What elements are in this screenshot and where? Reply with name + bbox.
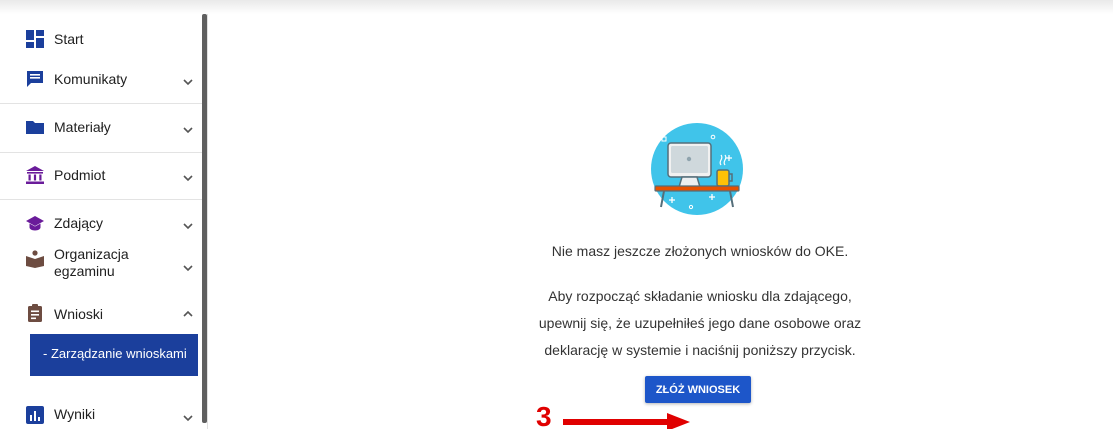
bar-chart-icon xyxy=(26,406,44,424)
sidebar-item-podmiot[interactable]: Podmiot xyxy=(0,156,202,196)
message-icon xyxy=(27,71,43,87)
chevron-down-icon[interactable] xyxy=(182,124,194,136)
empty-state-illustration xyxy=(651,123,743,215)
sidebar-item-organizacja-egzaminu[interactable]: Organizacja egzaminu xyxy=(0,244,202,294)
chevron-down-icon[interactable] xyxy=(182,262,194,274)
sidebar-item-label: Materiały xyxy=(54,119,111,135)
sidebar-item-komunikaty[interactable]: Komunikaty xyxy=(0,60,202,100)
description-line: deklarację w systemie i naciśnij poniższ… xyxy=(544,342,856,358)
chevron-down-icon[interactable] xyxy=(182,76,194,88)
sidebar-item-label: Podmiot xyxy=(54,167,106,183)
chevron-down-icon[interactable] xyxy=(182,220,194,232)
sidebar-item-wyniki[interactable]: Wyniki xyxy=(0,400,202,429)
institution-icon xyxy=(26,166,44,184)
description-line: upewnij się, że uzupełniłeś jego dane os… xyxy=(538,315,862,331)
divider xyxy=(0,152,202,153)
organization-icon xyxy=(26,250,44,268)
empty-state-description: Aby rozpocząć składanie wniosku dla zdaj… xyxy=(470,283,930,364)
sidebar-subitem-label: - Zarządzanie wnioskami xyxy=(43,346,187,361)
sidebar-item-zdajacy[interactable]: Zdający xyxy=(0,204,202,244)
sidebar-item-label: Zdający xyxy=(54,215,104,231)
sidebar-item-label: Start xyxy=(54,31,84,47)
graduation-cap-icon xyxy=(26,216,44,231)
divider xyxy=(0,103,202,104)
step-annotation-number: 3 xyxy=(536,401,552,429)
chevron-up-icon[interactable] xyxy=(182,308,194,320)
sidebar-item-label: Wnioski xyxy=(54,306,104,322)
clipboard-icon xyxy=(28,304,42,322)
divider xyxy=(0,199,202,200)
chevron-down-icon[interactable] xyxy=(182,172,194,184)
description-line: Aby rozpocząć składanie wniosku dla zdaj… xyxy=(548,288,852,304)
sidebar-item-materialy[interactable]: Materiały xyxy=(0,108,202,148)
empty-state-title: Nie masz jeszcze złożonych wniosków do O… xyxy=(551,243,849,259)
main-content xyxy=(207,14,1113,429)
header-bar xyxy=(0,0,1113,14)
sidebar-item-label: Wyniki xyxy=(54,406,96,422)
sidebar-item-wnioski[interactable]: Wnioski xyxy=(0,296,202,336)
submit-application-button[interactable]: ZŁÓŻ WNIOSEK xyxy=(645,376,751,403)
sidebar-item-label: Organizacja egzaminu xyxy=(54,246,129,279)
dashboard-icon xyxy=(26,30,44,48)
chevron-down-icon[interactable] xyxy=(182,412,194,424)
arrow-right-icon xyxy=(563,413,690,429)
folder-icon xyxy=(26,121,44,134)
sidebar-subitem-zarzadzanie-wnioskami[interactable]: - Zarządzanie wnioskami xyxy=(30,334,198,376)
sidebar-item-label: Komunikaty xyxy=(54,71,128,87)
sidebar-item-start[interactable]: Start xyxy=(0,24,202,56)
